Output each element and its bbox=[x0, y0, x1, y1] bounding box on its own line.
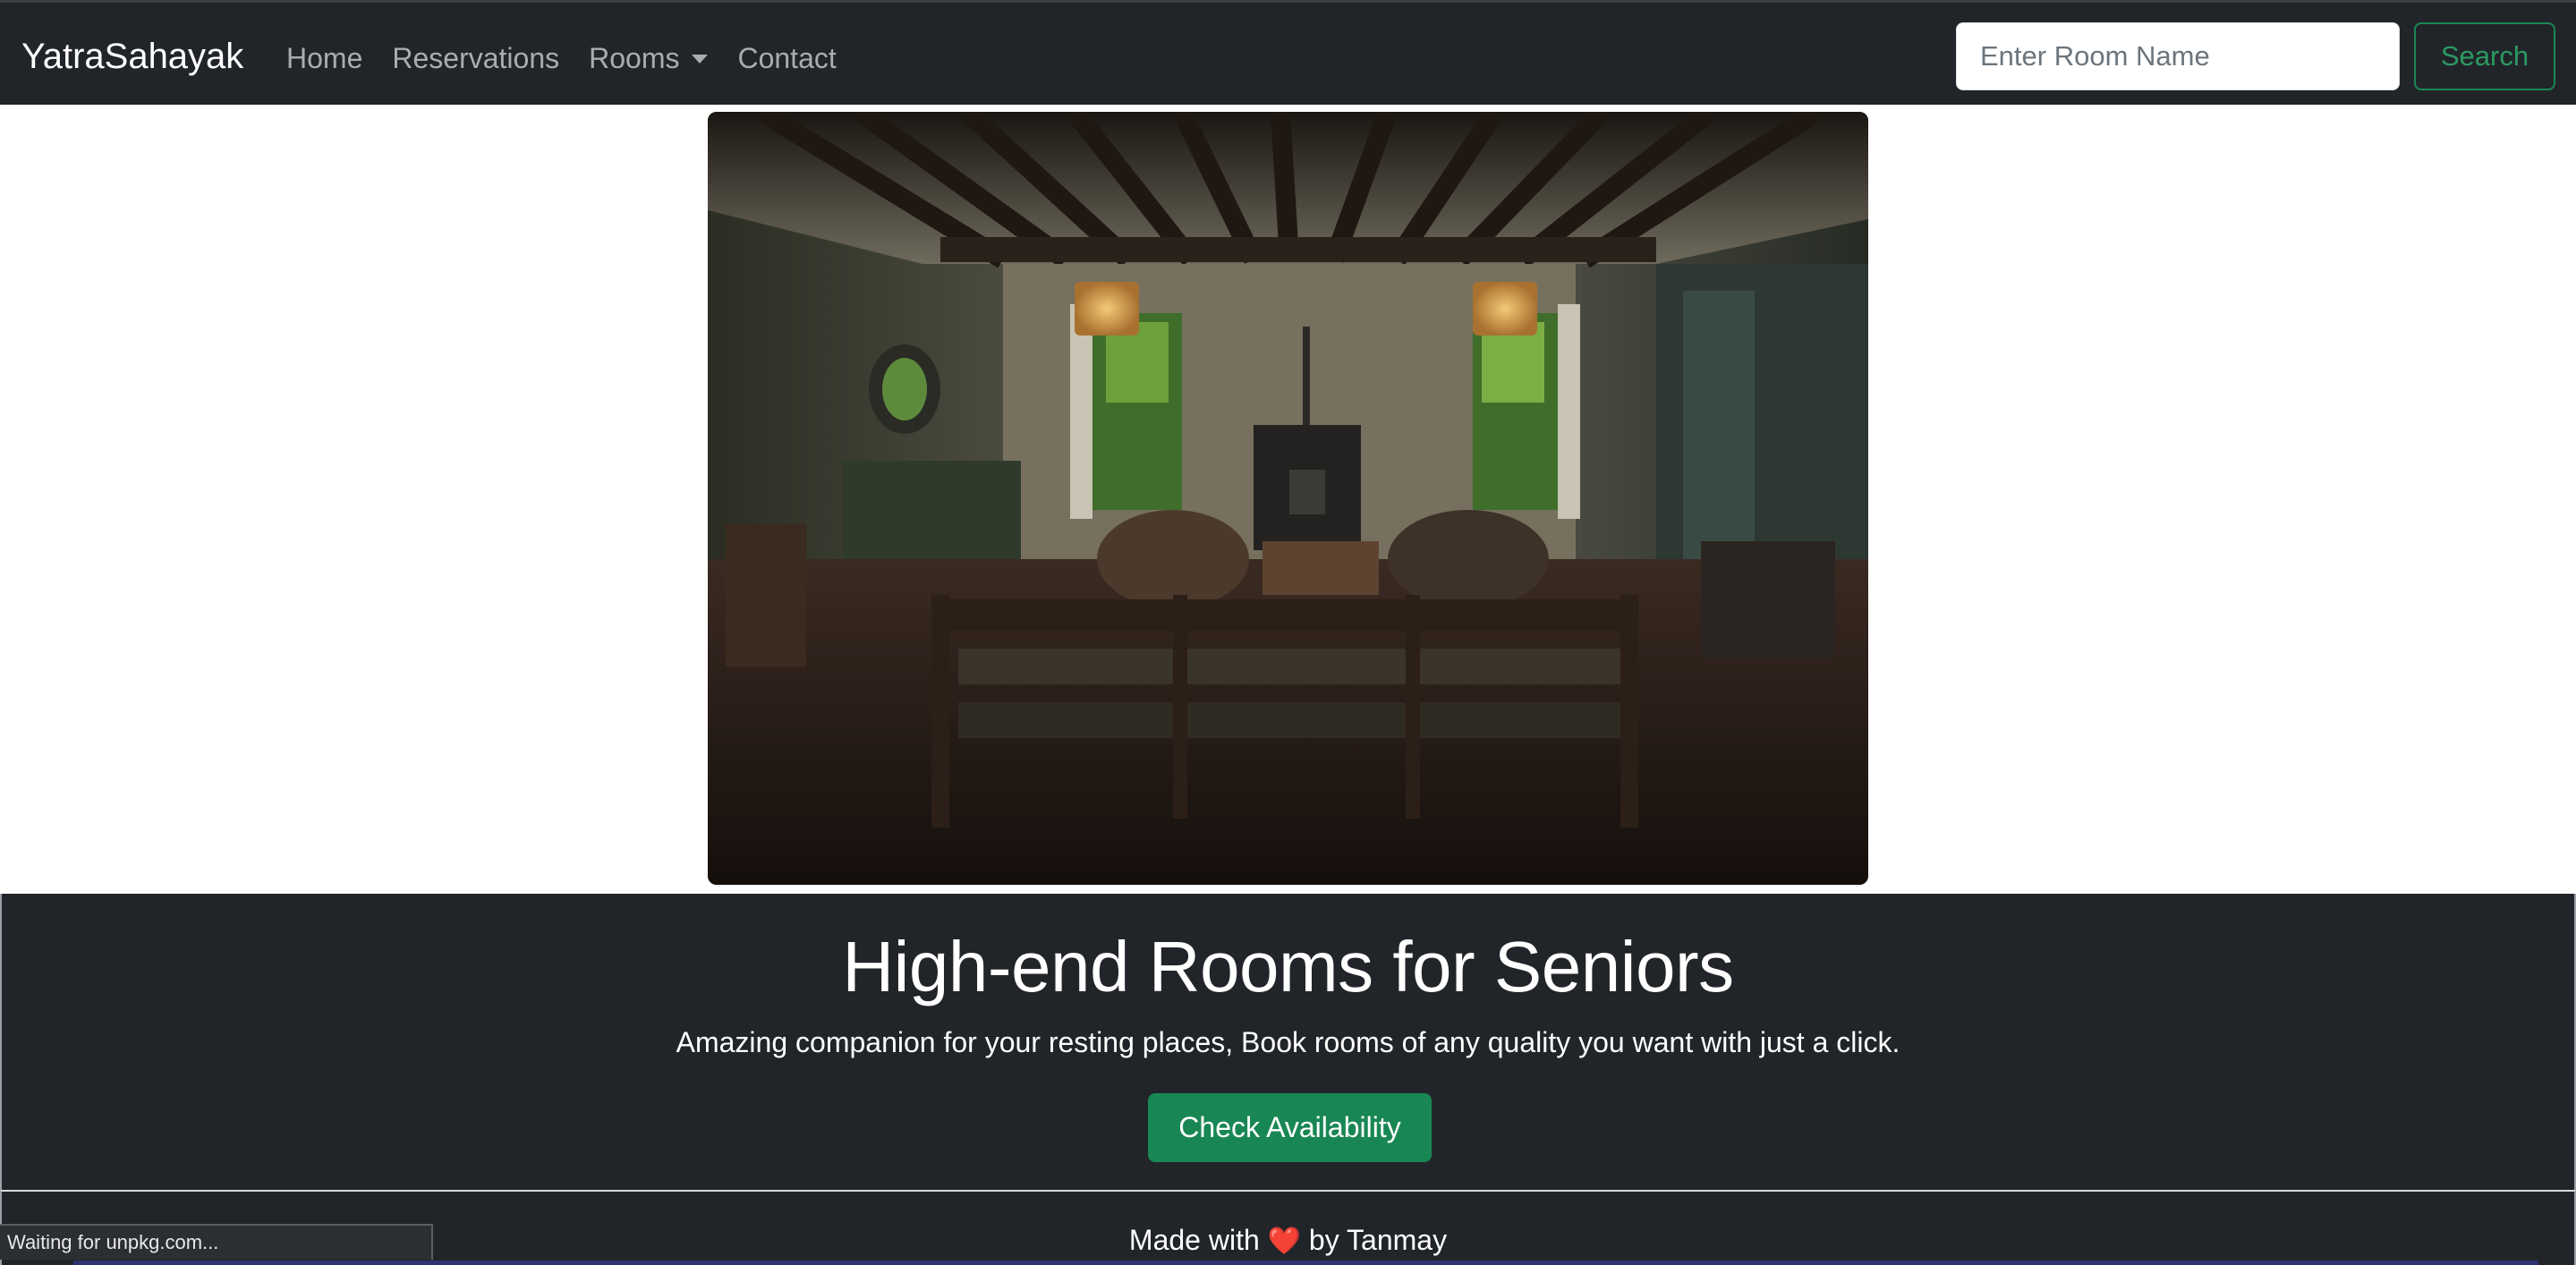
check-availability-button[interactable]: Check Availability bbox=[1148, 1093, 1432, 1162]
nav-dropdown-rooms[interactable]: Rooms bbox=[589, 38, 709, 78]
brand-logo-link[interactable]: YatraSahayak bbox=[21, 35, 243, 78]
page-title: High-end Rooms for Seniors bbox=[842, 927, 1734, 1006]
heart-icon: ❤️ bbox=[1267, 1226, 1302, 1257]
nav-links: Home Reservations Rooms Contact bbox=[286, 37, 866, 80]
living-room-photo-icon bbox=[708, 112, 1868, 885]
nav-link-contact[interactable]: Contact bbox=[737, 38, 836, 78]
hero-room-image bbox=[708, 112, 1868, 885]
footer-divider bbox=[73, 1261, 2538, 1265]
top-navbar: YatraSahayak Home Reservations Rooms Con… bbox=[0, 0, 2576, 105]
browser-status-bar: Waiting for unpkg.com... bbox=[0, 1224, 433, 1260]
footer-suffix: by Tanmay bbox=[1308, 1224, 1448, 1256]
nav-dropdown-rooms-label: Rooms bbox=[589, 42, 680, 74]
intro-section: High-end Rooms for Seniors Amazing compa… bbox=[0, 894, 2576, 1190]
footer-prefix: Made with bbox=[1128, 1224, 1260, 1256]
nav-link-reservations[interactable]: Reservations bbox=[392, 38, 559, 78]
caret-down-icon bbox=[692, 55, 709, 64]
page-subtitle: Amazing companion for your resting place… bbox=[676, 1026, 1900, 1058]
room-search-input[interactable] bbox=[1956, 22, 2400, 90]
nav-link-home[interactable]: Home bbox=[286, 38, 362, 78]
search-button[interactable]: Search bbox=[2414, 22, 2555, 90]
